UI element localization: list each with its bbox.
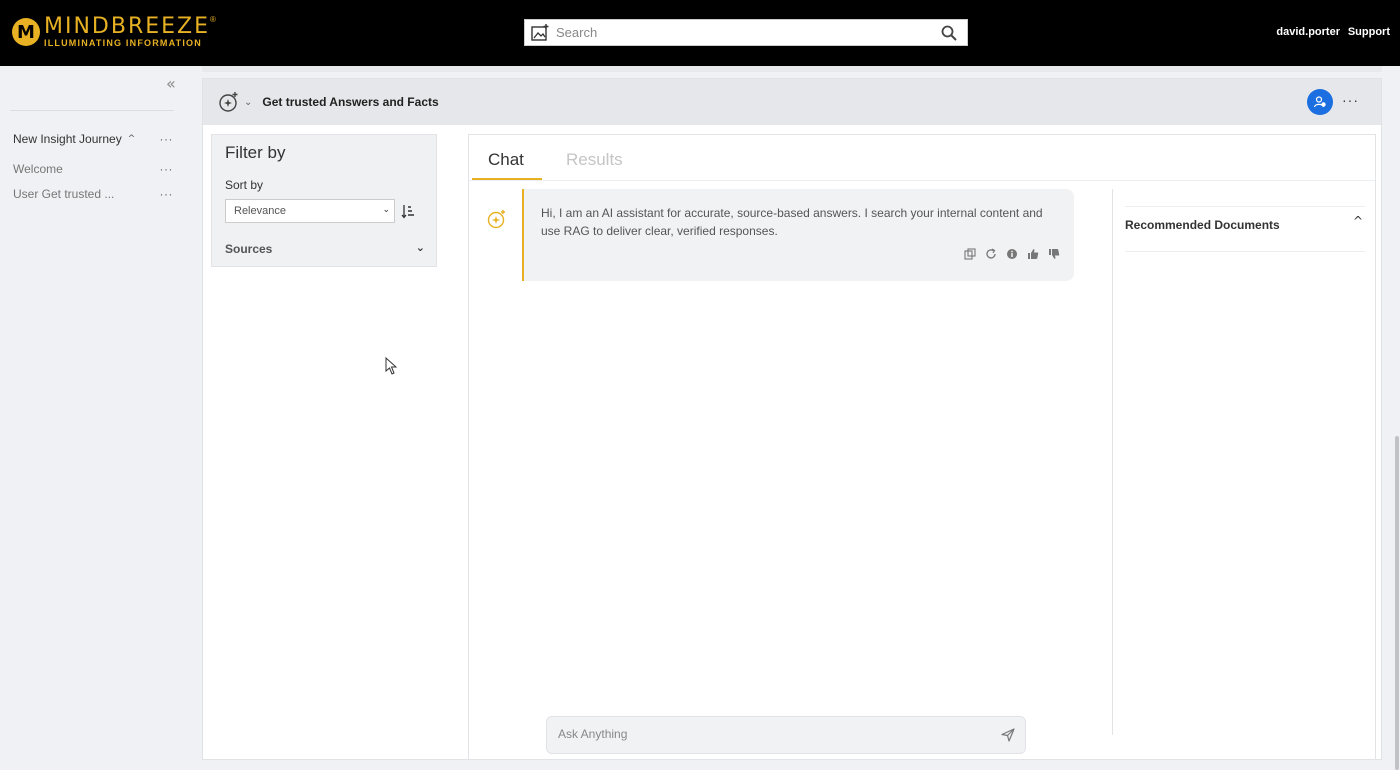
logo-mark-icon: M (12, 18, 40, 46)
previous-panel-edge (202, 66, 1382, 72)
chat-area: Chat Results Hi, I am an AI assistant fo… (468, 134, 1376, 760)
filter-title: Filter by (225, 143, 286, 162)
sidebar-item-welcome[interactable]: Welcome ··· (13, 162, 173, 176)
assistant-sparkle-icon (487, 210, 505, 229)
search-input[interactable] (550, 25, 941, 40)
recommended-documents[interactable]: Recommended Documents ^ (1125, 206, 1365, 252)
message-actions (964, 248, 1060, 260)
user-group-icon (1313, 96, 1326, 108)
info-icon[interactable] (1006, 248, 1018, 260)
thumbs-up-icon[interactable] (1027, 248, 1039, 260)
panel-title: Get trusted Answers and Facts (262, 95, 439, 109)
item-more-icon[interactable]: ··· (160, 162, 174, 176)
support-link[interactable]: Support (1348, 26, 1390, 38)
sources-label: Sources (225, 242, 273, 256)
sources-toggle[interactable]: Sources ⌄ (225, 241, 425, 256)
top-bar: M MINDBREEZE® ILLUMINATING INFORMATION d… (0, 0, 1400, 66)
panel-more-icon[interactable]: ··· (1342, 92, 1359, 108)
ask-box (546, 716, 1026, 754)
chevron-down-icon: ⌄ (415, 241, 425, 254)
sort-value: Relevance (234, 205, 286, 217)
chat-tabs: Chat Results (469, 135, 1375, 181)
copy-icon[interactable] (964, 248, 976, 260)
chevron-down-icon: ⌄ (382, 205, 390, 215)
chevron-down-icon[interactable]: ⌄ (244, 97, 252, 108)
sort-order-icon[interactable] (401, 203, 415, 219)
search-bar (524, 19, 968, 46)
tab-chat[interactable]: Chat (488, 150, 524, 170)
collapse-sidebar-icon[interactable]: « (166, 74, 176, 93)
insight-panel: ⌄ Get trusted Answers and Facts ··· Filt… (202, 78, 1382, 760)
refresh-icon[interactable] (985, 248, 997, 260)
message-text: Hi, I am an AI assistant for accurate, s… (541, 206, 1043, 238)
sidebar-item-user-get-trusted[interactable]: User Get trusted ... ··· (13, 187, 173, 201)
thumbs-down-icon[interactable] (1048, 248, 1060, 260)
ask-input[interactable] (558, 727, 978, 741)
logo-name: MINDBREEZE (44, 14, 211, 39)
sort-label: Sort by (225, 178, 264, 192)
mouse-cursor-icon (385, 357, 397, 375)
sidebar-item-label: Welcome (13, 162, 63, 176)
chat-divider (1112, 189, 1113, 735)
page-scrollbar-thumb[interactable] (1395, 436, 1399, 770)
assistant-message: Hi, I am an AI assistant for accurate, s… (522, 189, 1074, 281)
avatar[interactable] (1307, 89, 1333, 115)
image-search-icon[interactable] (530, 23, 550, 43)
sidebar-divider (10, 110, 174, 111)
ai-sparkle-icon[interactable] (218, 91, 240, 113)
send-icon[interactable] (1001, 728, 1015, 742)
sidebar: « New Insight Journey ^ ··· Welcome ··· … (0, 66, 188, 770)
logo-tagline: ILLUMINATING INFORMATION (44, 38, 202, 48)
journey-more-icon[interactable]: ··· (160, 132, 174, 146)
recommended-title: Recommended Documents (1125, 218, 1280, 232)
search-icon[interactable] (941, 25, 957, 41)
item-more-icon[interactable]: ··· (160, 187, 174, 201)
sidebar-journey[interactable]: New Insight Journey ^ ··· (13, 132, 173, 146)
sort-select[interactable]: Relevance ⌄ (225, 199, 395, 223)
panel-header: ⌄ Get trusted Answers and Facts ··· (203, 79, 1381, 125)
chevron-up-icon[interactable]: ^ (1353, 214, 1363, 228)
user-menu[interactable]: david.porter (1276, 26, 1340, 38)
mindbreeze-logo[interactable]: M MINDBREEZE® ILLUMINATING INFORMATION (12, 16, 216, 48)
journey-label: New Insight Journey (13, 132, 122, 146)
active-tab-indicator (472, 178, 542, 180)
tab-results[interactable]: Results (566, 150, 623, 170)
logo-registered-mark: ® (210, 15, 216, 24)
chevron-up-icon[interactable]: ^ (128, 134, 136, 144)
filter-panel: Filter by Sort by Relevance ⌄ Sources ⌄ (211, 134, 437, 267)
sidebar-item-label: User Get trusted ... (13, 187, 115, 201)
